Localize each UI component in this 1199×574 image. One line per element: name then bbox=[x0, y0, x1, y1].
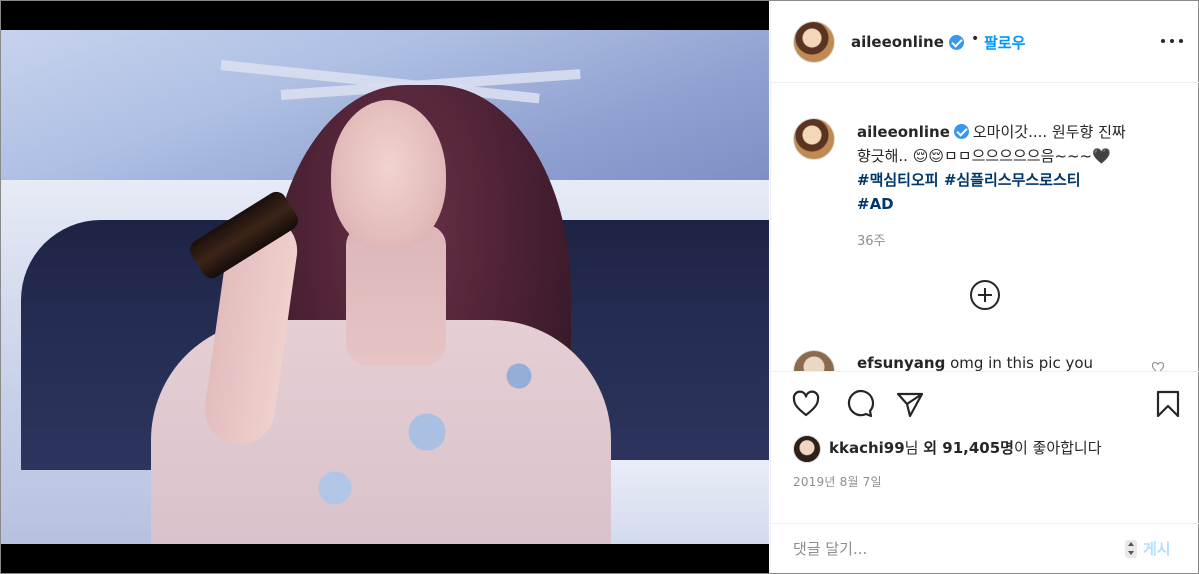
post-header: aileeonline • 팔로우 bbox=[771, 1, 1199, 83]
post-date[interactable]: 2019년 8월 7일 bbox=[793, 473, 882, 490]
post-photo[interactable] bbox=[1, 30, 769, 544]
heart-icon[interactable] bbox=[791, 389, 821, 419]
post-comment-button[interactable]: 게시 bbox=[1143, 538, 1171, 559]
photo-panel bbox=[1, 1, 769, 573]
likes-count-link[interactable]: 외 91,405명 bbox=[923, 439, 1014, 457]
bookmark-icon[interactable] bbox=[1153, 389, 1183, 419]
liker-username[interactable]: kkachi99 bbox=[829, 439, 905, 457]
comment-icon[interactable] bbox=[844, 389, 874, 419]
action-bar: kkachi99님 외 91,405명이 좋아합니다 2019년 8월 7일 bbox=[771, 373, 1199, 523]
more-options-icon[interactable] bbox=[1161, 39, 1183, 45]
comment-text: efsunyang omg in this pic you bbox=[857, 354, 1094, 372]
author-avatar[interactable] bbox=[793, 21, 835, 63]
photo-face bbox=[331, 100, 446, 250]
liker-avatar[interactable] bbox=[793, 434, 821, 463]
share-icon[interactable] bbox=[895, 389, 925, 419]
likes-suffix-1: 님 bbox=[904, 439, 924, 457]
post-sidebar: aileeonline • 팔로우 aileeonline 오마이갓.... 원두… bbox=[770, 1, 1199, 573]
hashtag-row-2: #AD bbox=[857, 192, 894, 216]
caption-username[interactable]: aileeonline bbox=[857, 123, 950, 141]
load-more-comments-icon[interactable] bbox=[970, 280, 1000, 310]
commenter-username[interactable]: efsunyang bbox=[857, 354, 945, 371]
ime-toggle-icon bbox=[1125, 540, 1137, 558]
caption-time-ago[interactable]: 36주 bbox=[857, 230, 886, 249]
hashtag-row-1: #맥심티오피 #심플리스무스로스티 bbox=[857, 168, 1081, 192]
comment-form: 게시 bbox=[771, 523, 1199, 573]
caption-line-2: 향긋해.. 😌😌ㅁㅁ으으으으으음~~~🖤 bbox=[857, 147, 1111, 165]
verified-icon bbox=[953, 124, 969, 139]
hashtag-link[interactable]: #맥심티오피 bbox=[857, 171, 939, 189]
hashtag-link[interactable]: #AD bbox=[857, 195, 894, 213]
author-username[interactable]: aileeonline bbox=[851, 33, 944, 51]
likes-suffix-2: 이 좋아합니다 bbox=[1013, 439, 1102, 457]
comment-body: omg in this pic you bbox=[950, 354, 1094, 372]
verified-icon bbox=[949, 35, 964, 50]
comments-section: aileeonline 오마이갓.... 원두향 진짜 향긋해.. 😌😌ㅁㅁ으으으… bbox=[771, 84, 1199, 372]
caption-text-1: 오마이갓.... 원두향 진짜 bbox=[972, 123, 1126, 141]
hashtag-link[interactable]: #심플리스무스로스티 bbox=[944, 171, 1081, 189]
follow-button[interactable]: 팔로우 bbox=[984, 32, 1025, 53]
separator-dot: • bbox=[971, 31, 980, 47]
commenter-avatar[interactable] bbox=[793, 350, 835, 371]
caption-avatar[interactable] bbox=[793, 118, 835, 160]
likes-summary: kkachi99님 외 91,405명이 좋아합니다 bbox=[793, 433, 1102, 463]
comment-input[interactable] bbox=[793, 534, 1123, 564]
caption-line-1: aileeonline 오마이갓.... 원두향 진짜 bbox=[857, 120, 1182, 144]
comment-heart-icon[interactable] bbox=[1151, 362, 1165, 372]
